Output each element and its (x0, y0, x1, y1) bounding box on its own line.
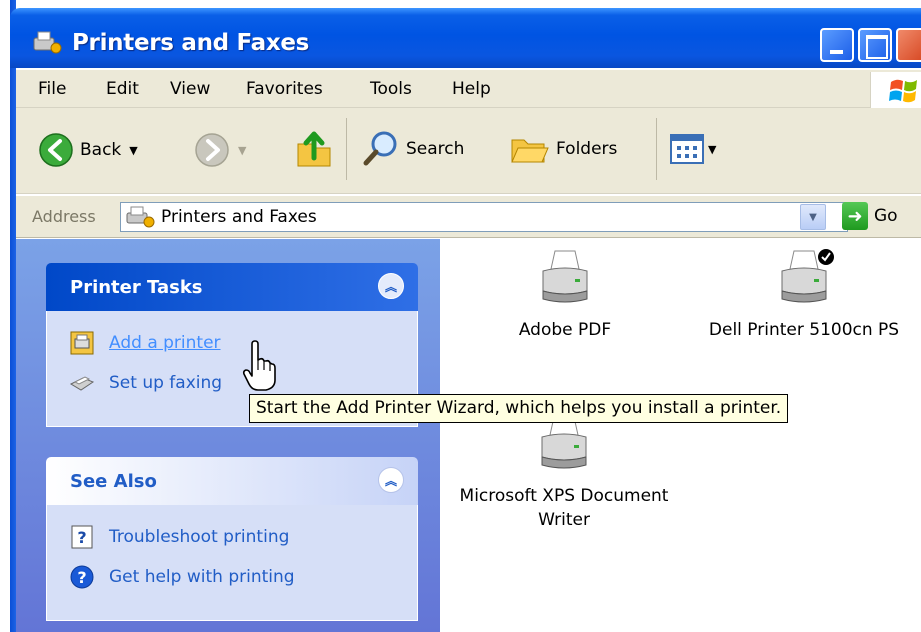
window-title: Printers and Faxes (72, 30, 310, 56)
printers-list-view: Adobe PDF Dell Printer 5100cn PS Microso… (440, 239, 921, 632)
menu-edit[interactable]: Edit (106, 79, 139, 99)
add-printer-tooltip: Start the Add Printer Wizard, which help… (249, 394, 789, 423)
folders-label: Folders (556, 139, 618, 159)
svg-text:?: ? (77, 568, 86, 587)
printer-adobe-pdf[interactable]: Adobe PDF (490, 247, 640, 342)
see-also-panel: See Also ︽ ? Troubleshoot printing ? Get… (46, 457, 418, 621)
windows-logo (870, 72, 921, 108)
printer-tasks-title: Printer Tasks (70, 277, 203, 298)
maximize-button[interactable] (858, 28, 892, 62)
go-label: Go (874, 206, 898, 226)
task-pane: Printer Tasks ︽ Add a printer Set up fax… (16, 239, 440, 632)
go-arrow-icon: ➜ (842, 202, 868, 230)
windows-flag-icon (889, 79, 917, 103)
printer-label: Dell Printer 5100cn PS (708, 320, 900, 340)
printers-folder-icon (126, 206, 155, 228)
collapse-chevron-icon[interactable]: ︽ (378, 273, 404, 299)
folders-button[interactable]: Folders (510, 132, 617, 166)
views-button[interactable]: ▼ (670, 134, 716, 164)
add-printer-icon (69, 330, 95, 356)
standard-toolbar: Back ▼ ▼ Search Folders ▼ (16, 108, 921, 194)
task-add-printer[interactable]: Add a printer (47, 323, 417, 363)
printer-tasks-header[interactable]: Printer Tasks ︽ (46, 263, 418, 311)
printer-label-line1: Microsoft XPS Document (459, 486, 669, 506)
printer-microsoft-xps[interactable]: Microsoft XPS Document Writer (444, 413, 684, 532)
help-circle-icon: ? (69, 564, 95, 590)
forward-button: ▼ (194, 132, 246, 168)
add-printer-link[interactable]: Add a printer (109, 333, 221, 353)
up-folder-icon (297, 131, 331, 167)
menu-file[interactable]: File (38, 79, 66, 99)
address-bar: Address Printers and Faxes ▼ ➜ Go (16, 196, 921, 238)
menu-bar: File Edit View Favorites Tools Help (16, 70, 921, 108)
back-dropdown-icon[interactable]: ▼ (129, 144, 137, 157)
printer-icon (781, 249, 834, 303)
address-input[interactable]: Printers and Faxes (120, 202, 848, 232)
printers-and-faxes-window: Printers and Faxes File Edit View Favori… (0, 0, 921, 632)
back-arrow-icon (39, 133, 73, 167)
fax-icon (69, 370, 95, 396)
search-button[interactable]: Search (362, 130, 464, 168)
close-button[interactable] (896, 28, 921, 62)
troubleshoot-printing-link[interactable]: Troubleshoot printing (109, 527, 289, 547)
address-dropdown-icon[interactable]: ▼ (800, 204, 826, 230)
forward-dropdown-icon: ▼ (238, 143, 247, 157)
forward-arrow-icon (195, 133, 229, 167)
printers-folder-icon (33, 31, 62, 54)
see-also-header[interactable]: See Also ︽ (46, 457, 418, 505)
task-get-help[interactable]: ? Get help with printing (47, 557, 417, 597)
printer-icon (542, 250, 588, 303)
views-dropdown-icon[interactable]: ▼ (708, 143, 716, 156)
search-icon (363, 131, 397, 166)
back-button[interactable]: Back ▼ (38, 132, 138, 168)
task-troubleshoot-printing[interactable]: ? Troubleshoot printing (47, 517, 417, 557)
menu-view[interactable]: View (170, 79, 210, 99)
go-button[interactable]: ➜ Go (842, 202, 898, 230)
get-help-link[interactable]: Get help with printing (109, 567, 295, 587)
menu-favorites[interactable]: Favorites (246, 79, 323, 99)
up-folder-button[interactable] (294, 128, 334, 170)
menu-tools[interactable]: Tools (370, 79, 412, 99)
address-label: Address (32, 207, 96, 226)
back-label: Back (80, 140, 122, 160)
printer-dell-5100cn[interactable]: Dell Printer 5100cn PS (684, 247, 921, 342)
collapse-chevron-icon[interactable]: ︽ (378, 467, 404, 493)
folders-icon (511, 139, 549, 163)
hand-cursor-icon (242, 340, 276, 391)
views-icon (670, 134, 704, 164)
minimize-button[interactable] (820, 28, 854, 62)
window-left-border (0, 0, 16, 632)
search-label: Search (406, 139, 465, 159)
svg-text:?: ? (77, 528, 86, 547)
see-also-body: ? Troubleshoot printing ? Get help with … (46, 505, 418, 621)
set-up-faxing-link[interactable]: Set up faxing (109, 373, 222, 393)
printer-label: Adobe PDF (518, 320, 612, 340)
printer-label-line2: Writer (538, 510, 590, 530)
address-value: Printers and Faxes (161, 207, 317, 227)
help-question-icon: ? (69, 524, 95, 550)
see-also-title: See Also (70, 471, 157, 492)
title-bar[interactable]: Printers and Faxes (10, 8, 921, 68)
menu-help[interactable]: Help (452, 79, 491, 99)
